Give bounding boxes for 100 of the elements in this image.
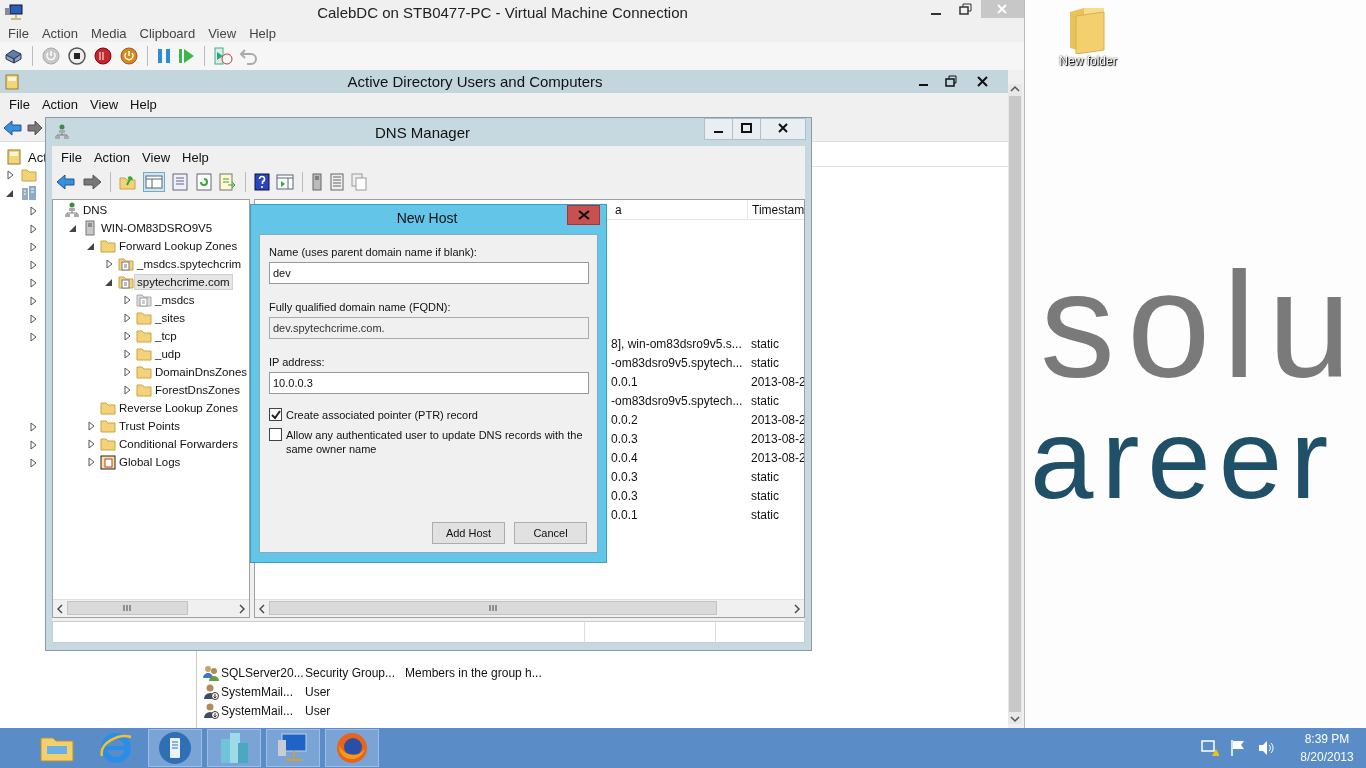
input-field[interactable]: 10.0.0.3 bbox=[269, 372, 589, 394]
taskbar-button[interactable] bbox=[325, 729, 379, 767]
refresh-icon[interactable] bbox=[195, 173, 213, 191]
computer-icon bbox=[276, 732, 310, 764]
expand-arrow-icon[interactable] bbox=[105, 259, 114, 269]
window-title: DNS Manager bbox=[373, 123, 471, 141]
checkbox-label[interactable]: Create associated pointer (PTR) record bbox=[286, 408, 478, 422]
menu-item[interactable]: Media bbox=[85, 25, 133, 41]
taskbar-button[interactable] bbox=[266, 729, 320, 767]
scrollbar[interactable] bbox=[53, 599, 249, 617]
export-icon[interactable] bbox=[219, 173, 237, 191]
menu-item[interactable]: Action bbox=[35, 25, 85, 41]
window-title: CalebDC on STB0477-PC - Virtual Machine Connection bbox=[316, 3, 689, 21]
column-header[interactable]: a bbox=[611, 200, 747, 219]
keyboard-icon[interactable] bbox=[4, 47, 24, 65]
checkpoint-icon[interactable] bbox=[213, 46, 233, 66]
folder-icon bbox=[136, 364, 152, 380]
menu-item[interactable]: File bbox=[55, 149, 88, 165]
expand-arrow-icon[interactable] bbox=[87, 439, 96, 449]
scroll-thumb[interactable] bbox=[1009, 96, 1021, 712]
table-cell-text: SQLServer20... bbox=[220, 665, 305, 680]
expand-arrow-icon[interactable] bbox=[87, 421, 96, 431]
taskbar-button[interactable] bbox=[148, 729, 202, 767]
checkbox-label[interactable]: Allow any authenticated user to update DNS records with the same owner name bbox=[286, 428, 589, 456]
table-cell-text: 0.0.3 bbox=[611, 469, 639, 484]
tree-item[interactable]: DNS bbox=[80, 202, 111, 218]
input-field[interactable]: dev bbox=[269, 262, 589, 284]
tree-item[interactable]: ForestDnsZones bbox=[152, 382, 243, 398]
expand-arrow-icon[interactable] bbox=[123, 313, 132, 323]
collapse-arrow-icon[interactable] bbox=[6, 188, 15, 198]
expand-arrow-icon[interactable] bbox=[123, 367, 132, 377]
expand-arrow-icon[interactable] bbox=[123, 295, 132, 305]
pause-icon[interactable] bbox=[156, 47, 172, 65]
tree-item[interactable]: Global Logs bbox=[116, 454, 184, 470]
close-button[interactable] bbox=[567, 205, 600, 225]
menu-item[interactable]: Help bbox=[176, 149, 215, 165]
menu-item[interactable]: Action bbox=[87, 149, 137, 165]
tree-item[interactable]: DomainDnsZones bbox=[152, 364, 249, 380]
tree-item[interactable]: spytechcrime.com bbox=[134, 274, 233, 290]
scroll-thumb[interactable] bbox=[269, 601, 718, 615]
menu-item[interactable]: Help bbox=[124, 96, 163, 112]
dialog-button[interactable]: Cancel bbox=[514, 522, 587, 544]
menu-item[interactable]: File bbox=[2, 25, 35, 41]
table-cell-text: 0.0.4 bbox=[611, 450, 639, 465]
collapse-arrow-icon[interactable] bbox=[105, 277, 114, 287]
action-pane-icon[interactable] bbox=[276, 173, 294, 191]
tree-item[interactable]: _sites bbox=[152, 310, 189, 326]
forward-arrow-icon[interactable] bbox=[27, 119, 43, 137]
expand-arrow-icon[interactable] bbox=[6, 170, 15, 180]
collapse-arrow-icon[interactable] bbox=[87, 241, 96, 251]
help-icon[interactable] bbox=[254, 173, 270, 191]
tree-item[interactable]: Forward Lookup Zones bbox=[116, 238, 241, 254]
scrollbar[interactable] bbox=[255, 599, 804, 617]
menu-item[interactable]: Help bbox=[243, 25, 282, 41]
column-header[interactable]: Timestam bbox=[747, 200, 804, 219]
expand-arrow-icon[interactable] bbox=[123, 385, 132, 395]
expand-arrow-icon[interactable] bbox=[123, 331, 132, 341]
up-folder-icon[interactable] bbox=[119, 173, 137, 191]
expand-arrow-icon[interactable] bbox=[87, 457, 96, 467]
tree-item[interactable]: Trust Points bbox=[116, 418, 183, 434]
console-tree-icon[interactable] bbox=[143, 172, 165, 192]
scroll-thumb[interactable] bbox=[67, 601, 188, 615]
speaker-icon[interactable] bbox=[1257, 739, 1275, 757]
flag-icon[interactable] bbox=[1230, 739, 1246, 757]
menu-item[interactable]: View bbox=[84, 96, 125, 112]
power-icon[interactable] bbox=[119, 46, 139, 66]
stop-icon[interactable] bbox=[67, 46, 87, 66]
scrollbar[interactable] bbox=[1008, 84, 1022, 724]
tree-item[interactable]: WIN-OM83DSRO9V5 bbox=[98, 220, 216, 236]
clock-date: 8/20/2013 bbox=[1300, 749, 1354, 766]
checkbox[interactable] bbox=[269, 428, 282, 441]
network-warning-icon[interactable] bbox=[1201, 739, 1219, 757]
tree-item[interactable]: _msdcs bbox=[152, 292, 198, 308]
menu-item[interactable]: Action bbox=[35, 96, 85, 112]
back-arrow-icon[interactable] bbox=[3, 119, 23, 137]
tree-item[interactable]: Reverse Lookup Zones bbox=[116, 400, 241, 416]
close-icon[interactable] bbox=[760, 118, 806, 140]
menu-item[interactable]: Clipboard bbox=[133, 25, 202, 41]
checkbox[interactable] bbox=[269, 408, 282, 421]
shutdown-icon[interactable] bbox=[93, 46, 113, 66]
collapse-arrow-icon[interactable] bbox=[69, 223, 78, 233]
expand-arrow-icon[interactable] bbox=[123, 349, 132, 359]
minimize-icon[interactable] bbox=[704, 118, 733, 140]
folder-icon bbox=[100, 400, 116, 416]
menu-item[interactable]: View bbox=[202, 25, 243, 41]
table-cell-text: static bbox=[750, 336, 779, 351]
forward-arrow-icon[interactable] bbox=[82, 173, 102, 191]
menu-item[interactable]: View bbox=[136, 149, 177, 165]
icon-label[interactable]: New folder bbox=[1059, 54, 1117, 68]
dialog-button[interactable]: Add Host bbox=[432, 522, 505, 544]
scroll-up-icon[interactable] bbox=[1009, 84, 1021, 94]
tree-item[interactable]: Conditional Forwarders bbox=[116, 436, 241, 452]
tree-item[interactable]: _udp bbox=[152, 346, 184, 362]
back-arrow-icon[interactable] bbox=[56, 173, 76, 191]
scroll-down-icon[interactable] bbox=[1009, 714, 1021, 724]
server-icon[interactable] bbox=[311, 173, 323, 191]
menu-item[interactable]: File bbox=[3, 96, 36, 112]
tree-item[interactable]: _msdcs.spytechcrim bbox=[134, 256, 245, 272]
maximize-icon[interactable] bbox=[732, 118, 761, 140]
tree-item[interactable]: _tcp bbox=[152, 328, 180, 344]
